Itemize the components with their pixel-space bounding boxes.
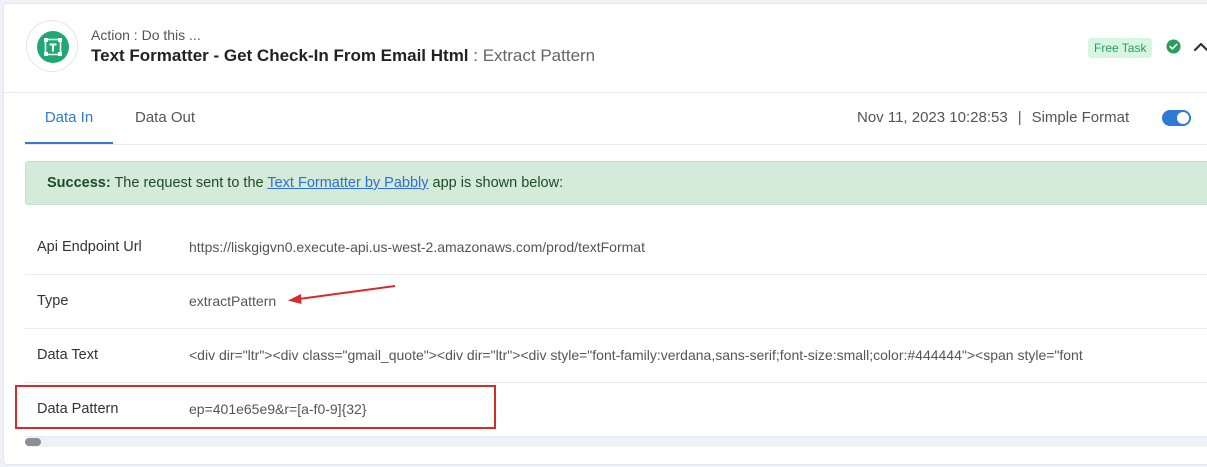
annotation-arrow-icon — [288, 285, 396, 304]
table-row: Type extractPattern — [25, 275, 1207, 329]
free-task-badge: Free Task — [1088, 38, 1153, 58]
horizontal-scrollbar[interactable] — [25, 437, 1207, 447]
row-value: ep=401e65e9&r=[a-f0-9]{32} — [189, 401, 367, 417]
simple-format-toggle[interactable] — [1162, 110, 1191, 126]
row-key: Data Pattern — [37, 401, 119, 417]
action-label: Action : Do this ... — [91, 27, 201, 43]
table-row: Data Text <div dir="ltr"><div class="gma… — [25, 329, 1207, 383]
task-card: Action : Do this ... Text Formatter - Ge… — [3, 3, 1207, 465]
simple-format-label: Simple Format — [1031, 109, 1130, 126]
row-key: Api Endpoint Url — [37, 239, 142, 255]
request-data-table: Api Endpoint Url https://liskgigvn0.exec… — [25, 221, 1207, 437]
task-header[interactable]: Action : Do this ... Text Formatter - Ge… — [4, 4, 1207, 93]
row-key: Data Text — [37, 347, 98, 363]
toggle-knob — [1177, 112, 1189, 124]
table-row: Api Endpoint Url https://liskgigvn0.exec… — [25, 221, 1207, 275]
table-row: Data Pattern ep=401e65e9&r=[a-f0-9]{32} — [25, 383, 1207, 437]
success-suffix: app is shown below: — [428, 175, 564, 191]
row-value: https://liskgigvn0.execute-api.us-west-2… — [189, 239, 645, 255]
step-title-text: Text Formatter - Get Check-In From Email… — [91, 46, 469, 65]
tabs-bar: Data In Data Out Nov 11, 2023 10:28:53 | S… — [25, 92, 1207, 145]
tab-data-in[interactable]: Data In — [25, 92, 113, 144]
success-strong: Success: — [47, 175, 111, 191]
text-formatter-logo-icon — [37, 31, 69, 63]
chevron-up-icon[interactable] — [1193, 39, 1207, 53]
meta-info: Nov 11, 2023 10:28:53 | Simple Format — [857, 92, 1129, 144]
step-title: Text Formatter - Get Check-In From Email… — [91, 46, 595, 66]
app-link[interactable]: Text Formatter by Pabbly — [267, 175, 428, 191]
title-separator: : — [468, 46, 483, 65]
app-logo — [26, 20, 78, 72]
row-value: <div dir="ltr"><div class="gmail_quote">… — [189, 347, 1083, 363]
tab-data-out[interactable]: Data Out — [135, 92, 195, 144]
meta-separator: | — [1017, 109, 1022, 126]
check-circle-icon — [1166, 39, 1181, 54]
success-prefix: The request sent to the — [110, 175, 268, 191]
step-name: Extract Pattern — [482, 46, 596, 65]
row-key: Type — [37, 293, 69, 309]
row-value: extractPattern — [189, 293, 277, 309]
scroll-thumb[interactable] — [25, 438, 41, 446]
success-alert: Success: The request sent to the Text Fo… — [25, 161, 1207, 205]
timestamp: Nov 11, 2023 10:28:53 — [857, 109, 1008, 126]
